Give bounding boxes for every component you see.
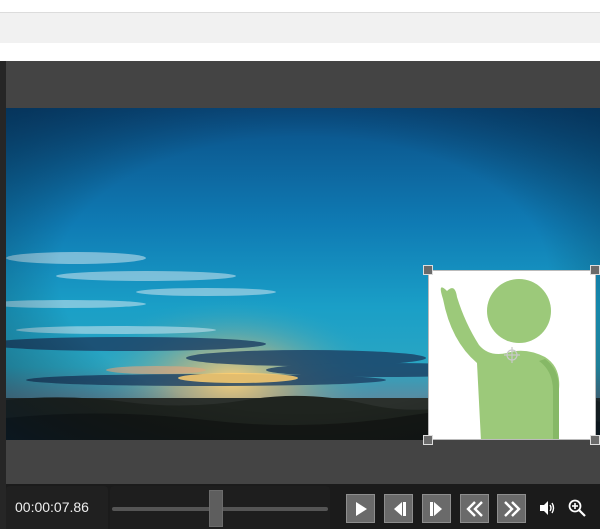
window-top xyxy=(0,0,600,12)
volume-button[interactable] xyxy=(537,497,559,519)
seek-thumb[interactable] xyxy=(208,490,223,527)
step-back-button[interactable] xyxy=(384,494,413,523)
page-gap xyxy=(0,43,600,61)
zoom-button[interactable] xyxy=(566,497,588,519)
zoom-icon xyxy=(568,499,586,517)
resize-handle-bottom-left[interactable] xyxy=(423,435,433,445)
play-button[interactable] xyxy=(346,494,375,523)
step-forward-icon xyxy=(429,501,442,516)
fast-forward-icon xyxy=(503,500,521,517)
fast-forward-button[interactable] xyxy=(497,494,526,523)
move-crosshair-icon[interactable] xyxy=(504,347,520,363)
play-icon xyxy=(355,501,367,516)
toolbar-strip xyxy=(0,12,600,44)
step-forward-button[interactable] xyxy=(422,494,451,523)
step-back-icon xyxy=(393,501,406,516)
resize-handle-top-left[interactable] xyxy=(423,265,433,275)
resize-handle-bottom-right[interactable] xyxy=(590,435,600,445)
rewind-icon xyxy=(465,500,483,517)
time-display: 00:00:07.86 xyxy=(6,486,108,529)
volume-icon xyxy=(540,501,555,515)
resize-handle-top-right[interactable] xyxy=(590,265,600,275)
rewind-button[interactable] xyxy=(460,494,489,523)
